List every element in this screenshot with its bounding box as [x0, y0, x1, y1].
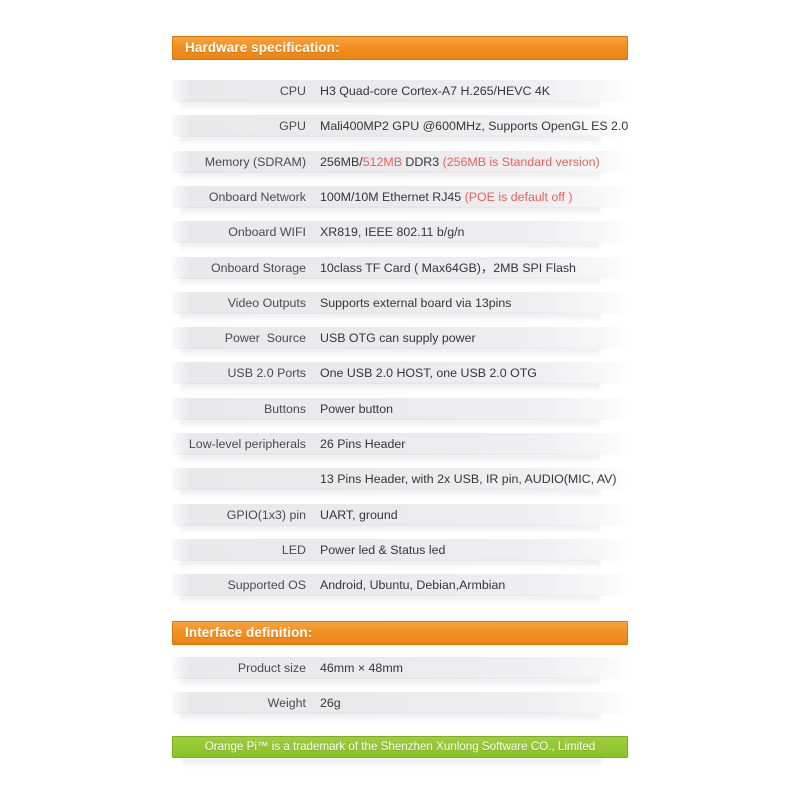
row-shadow	[180, 173, 600, 182]
row-label: Video Outputs	[172, 292, 313, 314]
table-row: USB 2.0 Ports One USB 2.0 HOST, one USB 2…	[172, 362, 628, 384]
row-shadow	[180, 490, 600, 499]
row-value-memory: 256MB/512MB DDR3 (256MB is Standard vers…	[320, 151, 600, 173]
row-label: USB 2.0 Ports	[172, 362, 313, 384]
row-label: GPU	[172, 115, 313, 137]
row-value: 46mm × 48mm	[320, 657, 403, 679]
row-value: 10class TF Card ( Max64GB)，2MB SPI Flash	[320, 257, 576, 279]
row-value: One USB 2.0 HOST, one USB 2.0 OTG	[320, 362, 537, 384]
table-row: Memory (SDRAM) 256MB/512MB DDR3 (256MB is…	[172, 151, 628, 173]
row-label: Power Source	[172, 327, 313, 349]
row-value: Power button	[320, 398, 393, 420]
row-value: Power led & Status led	[320, 539, 445, 561]
memory-option-highlight: 512MB	[363, 155, 402, 169]
table-row: Onboard WIFI XR819, IEEE 802.11 b/g/n	[172, 221, 628, 243]
row-value: Mali400MP2 GPU @600MHz, Supports OpenGL …	[320, 115, 628, 137]
row-shadow	[180, 243, 600, 252]
table-row: Product size 46mm × 48mm	[172, 657, 628, 679]
row-label: Onboard Network	[172, 186, 313, 208]
table-row: Buttons Power button	[172, 398, 628, 420]
row-shadow	[180, 526, 600, 535]
row-shadow	[180, 455, 600, 464]
row-label: Supported OS	[172, 574, 313, 596]
row-shadow	[180, 279, 600, 288]
row-label: GPIO(1x3) pin	[172, 504, 313, 526]
row-label: Memory (SDRAM)	[172, 151, 313, 173]
row-value: UART, ground	[320, 504, 398, 526]
row-label: Onboard WIFI	[172, 221, 313, 243]
row-shadow	[180, 102, 600, 111]
row-label	[172, 468, 313, 490]
row-label: Weight	[172, 692, 313, 714]
table-row: 13 Pins Header, with 2x USB, IR pin, AUD…	[172, 468, 628, 490]
row-label: LED	[172, 539, 313, 561]
footer-shadow	[182, 758, 602, 768]
table-row: GPU Mali400MP2 GPU @600MHz, Supports Open…	[172, 115, 628, 137]
table-row: LED Power led & Status led	[172, 539, 628, 561]
row-shadow	[180, 314, 600, 323]
table-row: Onboard Network 100M/10M Ethernet RJ45 (P…	[172, 186, 628, 208]
spec-sheet: Hardware specification: CPU H3 Quad-core …	[172, 0, 628, 800]
row-label: Onboard Storage	[172, 257, 313, 279]
trademark-footer: Orange Pi™ is a trademark of the Shenzhe…	[172, 736, 628, 758]
row-value: Android, Ubuntu, Debian,Armbian	[320, 574, 505, 596]
row-shadow	[180, 384, 600, 393]
table-row: Power Source USB OTG can supply power	[172, 327, 628, 349]
row-value: XR819, IEEE 802.11 b/g/n	[320, 221, 464, 243]
row-shadow	[180, 349, 600, 358]
row-shadow	[180, 561, 600, 570]
table-row: Onboard Storage 10class TF Card ( Max64GB…	[172, 257, 628, 279]
row-shadow	[180, 137, 600, 146]
row-value: 13 Pins Header, with 2x USB, IR pin, AUD…	[320, 468, 617, 490]
memory-note-highlight: (256MB is Standard version)	[443, 155, 600, 169]
section-header-hardware: Hardware specification:	[172, 36, 628, 60]
section-header-interface: Interface definition:	[172, 621, 628, 645]
table-row: Supported OS Android, Ubuntu, Debian,Armb…	[172, 574, 628, 596]
row-value: 26 Pins Header	[320, 433, 405, 455]
row-shadow	[180, 420, 600, 429]
table-row: GPIO(1x3) pin UART, ground	[172, 504, 628, 526]
row-value: 26g	[320, 692, 341, 714]
row-value: USB OTG can supply power	[320, 327, 476, 349]
row-shadow	[180, 679, 600, 688]
row-shadow	[180, 596, 600, 605]
row-label: CPU	[172, 80, 313, 102]
table-row: Low-level peripherals 26 Pins Header	[172, 433, 628, 455]
table-row: Video Outputs Supports external board via…	[172, 292, 628, 314]
row-label: Low-level peripherals	[172, 433, 313, 455]
table-row: Weight 26g	[172, 692, 628, 714]
row-shadow	[180, 714, 600, 723]
poe-note-highlight: (POE is default off )	[465, 190, 573, 204]
row-shadow	[180, 208, 600, 217]
row-value: Supports external board via 13pins	[320, 292, 512, 314]
row-label: Buttons	[172, 398, 313, 420]
row-value: H3 Quad-core Cortex-A7 H.265/HEVC 4K	[320, 80, 550, 102]
row-label: Product size	[172, 657, 313, 679]
row-value-network: 100M/10M Ethernet RJ45 (POE is default o…	[320, 186, 573, 208]
table-row: CPU H3 Quad-core Cortex-A7 H.265/HEVC 4K	[172, 80, 628, 102]
